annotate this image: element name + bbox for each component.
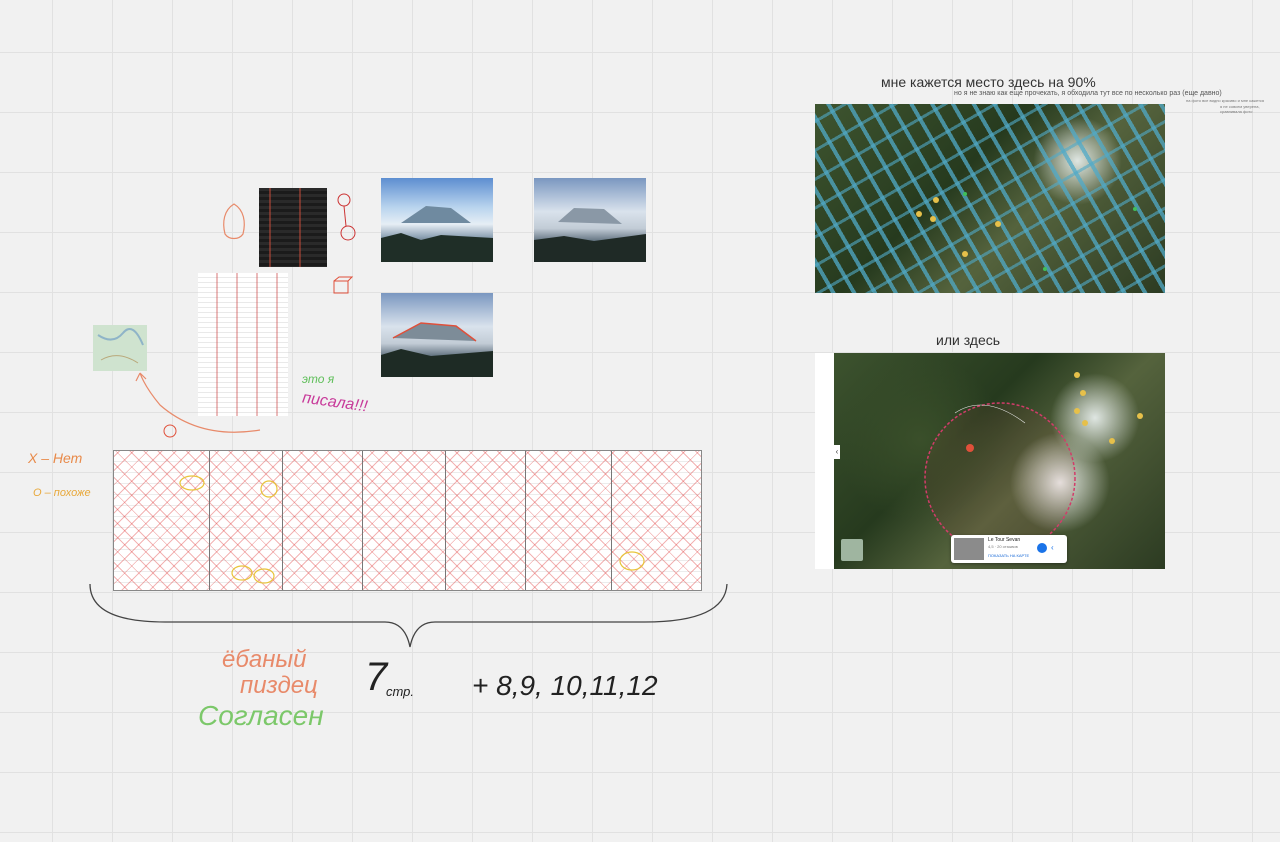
map-caption-alt: или здесь bbox=[936, 332, 1001, 348]
map-caption-tiny-2: я не совсем уверена, сравнивала фото bbox=[1220, 104, 1260, 114]
map-caption-main: мне кажется место здесь на 90% bbox=[881, 74, 1096, 90]
mountain-photo-3[interactable] bbox=[381, 293, 493, 377]
arrow-to-map-icon bbox=[135, 372, 261, 433]
place-rating: 4,5 · 20 отзывов bbox=[988, 544, 1018, 549]
mountain-photo-1[interactable] bbox=[381, 178, 493, 262]
place-title: Le Tour Sevan bbox=[988, 537, 1021, 543]
checklist-board[interactable] bbox=[113, 450, 702, 591]
map-caption-sub: но я не знаю как еще прочекать, я обходи… bbox=[954, 90, 1222, 97]
pages-unit: стр. bbox=[386, 684, 415, 699]
doodle-figure-icon bbox=[337, 193, 356, 241]
map-screenshot-1[interactable] bbox=[815, 104, 1165, 293]
pink-note-2: писала!!! bbox=[301, 389, 369, 416]
brace-icon bbox=[89, 583, 728, 648]
place-popup[interactable]: Le Tour Sevan 4,5 · 20 отзывов ПОКАЗАТЬ … bbox=[951, 535, 1067, 563]
red-note-1: ёбаный bbox=[222, 646, 307, 673]
map-caption-tiny-1: на фото все видно красиво и мне кажется bbox=[1186, 98, 1265, 103]
pink-note-1: это я bbox=[302, 372, 335, 386]
mountain-photo-2[interactable] bbox=[534, 178, 646, 262]
legend-o-note: O – похоже bbox=[33, 487, 91, 499]
doodle-cube-icon bbox=[333, 276, 354, 294]
share-icon[interactable]: ‹ bbox=[1051, 543, 1061, 553]
green-note: Согласен bbox=[198, 700, 324, 731]
red-note-2: пиздец bbox=[240, 672, 318, 699]
pages-more: + 8,9, 10,11,12 bbox=[472, 670, 658, 701]
map-screenshot-2[interactable]: ‹ Le Tour Sevan 4,5 · 20 отзывов ПОКАЗАТ… bbox=[815, 353, 1165, 569]
directions-button[interactable] bbox=[1037, 543, 1047, 553]
selected-pin-icon bbox=[966, 444, 974, 452]
legend-x-note: X – Нет bbox=[28, 450, 83, 466]
route-icon[interactable] bbox=[841, 539, 863, 561]
pages-count: 7 bbox=[365, 655, 388, 699]
place-link[interactable]: ПОКАЗАТЬ НА КАРТЕ bbox=[988, 553, 1029, 558]
screenshot-dark-list[interactable] bbox=[259, 188, 327, 267]
search-radius-circle bbox=[924, 402, 1076, 554]
place-photo bbox=[954, 538, 984, 560]
doodle-shield-icon bbox=[223, 203, 245, 240]
